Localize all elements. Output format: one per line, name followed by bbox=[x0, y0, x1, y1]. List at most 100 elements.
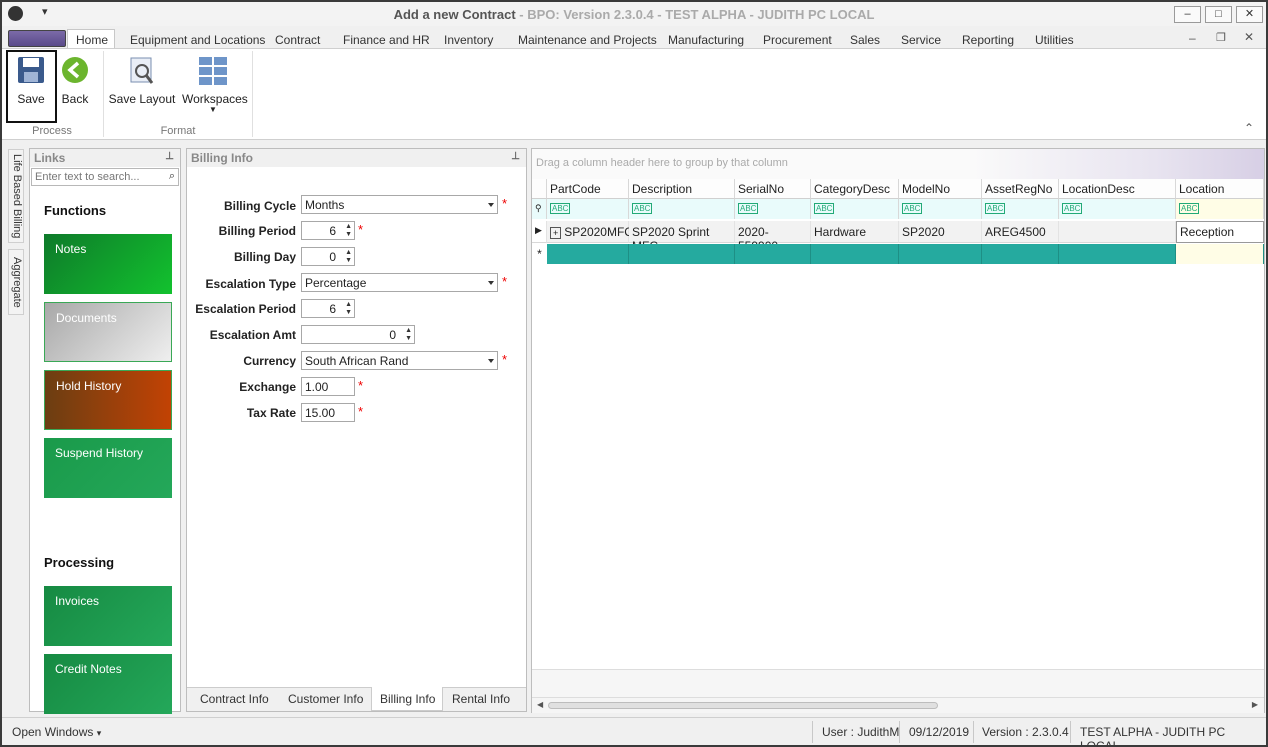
tab-contract-info[interactable]: Contract Info bbox=[200, 692, 269, 706]
mdi-minimize-button[interactable]: – bbox=[1189, 31, 1196, 45]
spin-up-icon[interactable]: ▲ bbox=[345, 223, 352, 230]
links-search-input[interactable]: Enter text to search... ⌕ bbox=[31, 168, 179, 186]
filter-cell-description[interactable]: ABC bbox=[629, 199, 735, 219]
mdi-restore-button[interactable]: ❐ bbox=[1216, 31, 1226, 44]
tab-customer-info[interactable]: Customer Info bbox=[288, 692, 363, 706]
tab-maintenance-projects[interactable]: Maintenance and Projects bbox=[518, 33, 657, 47]
search-icon[interactable]: ⌕ bbox=[169, 170, 175, 183]
new-row-cell[interactable] bbox=[629, 244, 735, 264]
tab-equipment-locations[interactable]: Equipment and Locations bbox=[130, 33, 265, 47]
links-header: Links ⊥ bbox=[30, 149, 180, 167]
spin-up-icon[interactable]: ▲ bbox=[345, 249, 352, 256]
expand-icon[interactable]: + bbox=[550, 227, 562, 239]
tab-billing-info[interactable]: Billing Info bbox=[380, 692, 435, 706]
tab-service[interactable]: Service bbox=[901, 33, 941, 47]
spin-up-icon[interactable]: ▲ bbox=[345, 301, 352, 308]
app-menu-button[interactable] bbox=[8, 30, 66, 47]
open-windows-button[interactable]: Open Windows ▾ bbox=[12, 725, 101, 739]
horizontal-scrollbar[interactable]: ◀ ▶ bbox=[532, 697, 1264, 713]
col-header-serialno[interactable]: SerialNo bbox=[735, 179, 811, 199]
col-header-locationdesc[interactable]: LocationDesc bbox=[1059, 179, 1176, 199]
exchange-input[interactable]: 1.00 bbox=[301, 377, 355, 396]
tab-contract[interactable]: Contract bbox=[275, 33, 320, 47]
filter-cell-categorydesc[interactable]: ABC bbox=[811, 199, 899, 219]
table-row[interactable]: + SP2020MFC bbox=[547, 221, 633, 243]
new-row-cell[interactable] bbox=[547, 244, 629, 264]
notes-tile[interactable]: Notes bbox=[44, 234, 172, 294]
billing-cycle-select[interactable]: Months bbox=[301, 195, 498, 214]
tab-home[interactable]: Home bbox=[76, 33, 108, 47]
filter-cell-assetregno[interactable]: ABC bbox=[982, 199, 1059, 219]
spin-down-icon[interactable]: ▼ bbox=[345, 231, 352, 238]
tab-finance-hr[interactable]: Finance and HR bbox=[343, 33, 430, 47]
credit-notes-tile[interactable]: Credit Notes bbox=[44, 654, 172, 714]
spin-down-icon[interactable]: ▼ bbox=[345, 309, 352, 316]
chevron-down-icon: ▾ bbox=[96, 728, 102, 738]
spin-down-icon[interactable]: ▼ bbox=[405, 335, 412, 342]
scroll-left-icon[interactable]: ◀ bbox=[537, 700, 543, 709]
save-layout-button[interactable]: Save Layout bbox=[108, 55, 176, 106]
billing-day-spinner[interactable]: 0 ▲ ▼ bbox=[301, 247, 355, 266]
row-expand-indicator[interactable]: ▶ bbox=[532, 221, 547, 243]
billing-period-spinner[interactable]: 6 ▲ ▼ bbox=[301, 221, 355, 240]
table-cell[interactable] bbox=[1059, 221, 1176, 243]
rail-tab-life-based-billing[interactable]: Life Based Billing bbox=[8, 149, 24, 243]
col-header-partcode[interactable]: PartCode bbox=[547, 179, 629, 199]
filter-cell-modelno[interactable]: ABC bbox=[899, 199, 982, 219]
spin-up-icon[interactable]: ▲ bbox=[405, 327, 412, 334]
documents-tile[interactable]: Documents bbox=[44, 302, 172, 362]
col-header-location[interactable]: Location bbox=[1176, 179, 1264, 199]
suspend-history-tile[interactable]: Suspend History bbox=[44, 438, 172, 498]
hold-history-tile[interactable]: Hold History bbox=[44, 370, 172, 430]
collapse-ribbon-icon[interactable]: ⌃ bbox=[1244, 121, 1254, 135]
minimize-button[interactable]: – bbox=[1174, 6, 1201, 23]
mdi-close-button[interactable]: ✕ bbox=[1244, 30, 1254, 44]
tab-inventory[interactable]: Inventory bbox=[444, 33, 493, 47]
group-by-panel[interactable]: Drag a column header here to group by th… bbox=[532, 149, 1264, 179]
currency-select[interactable]: South African Rand bbox=[301, 351, 498, 370]
escalation-type-select[interactable]: Percentage bbox=[301, 273, 498, 292]
maximize-button[interactable]: □ bbox=[1205, 6, 1232, 23]
escalation-amt-spinner[interactable]: 0 ▲ ▼ bbox=[301, 325, 415, 344]
tab-procurement[interactable]: Procurement bbox=[763, 33, 832, 47]
scroll-right-icon[interactable]: ▶ bbox=[1252, 700, 1258, 709]
save-button[interactable]: Save bbox=[8, 55, 54, 106]
new-row-cell[interactable] bbox=[1059, 244, 1176, 264]
new-row-cell[interactable] bbox=[899, 244, 982, 264]
filter-cell-locationdesc[interactable]: ABC bbox=[1059, 199, 1176, 219]
table-cell[interactable]: AREG4500 bbox=[982, 221, 1059, 243]
back-button[interactable]: Back bbox=[58, 55, 92, 106]
rail-tab-aggregate[interactable]: Aggregate bbox=[8, 249, 24, 315]
filter-cell-location[interactable]: ABC bbox=[1176, 199, 1264, 219]
table-cell-editing[interactable]: Reception bbox=[1176, 221, 1264, 243]
pin-icon[interactable]: ⊥ bbox=[165, 151, 174, 162]
col-header-assetregno[interactable]: AssetRegNo bbox=[982, 179, 1059, 199]
close-button[interactable]: ✕ bbox=[1236, 6, 1263, 23]
tab-sales[interactable]: Sales bbox=[850, 33, 880, 47]
tab-manufacturing[interactable]: Manufacturing bbox=[668, 33, 744, 47]
tab-rental-info[interactable]: Rental Info bbox=[452, 692, 510, 706]
new-row-cell[interactable] bbox=[982, 244, 1059, 264]
invoices-tile[interactable]: Invoices bbox=[44, 586, 172, 646]
tab-utilities[interactable]: Utilities bbox=[1035, 33, 1074, 47]
status-date: 09/12/2019 bbox=[909, 725, 970, 739]
filter-cell-partcode[interactable]: ABC bbox=[547, 199, 629, 219]
filter-cell-serialno[interactable]: ABC bbox=[735, 199, 811, 219]
pin-icon[interactable]: ⊥ bbox=[511, 151, 520, 162]
spin-down-icon[interactable]: ▼ bbox=[345, 257, 352, 264]
new-row-cell[interactable] bbox=[735, 244, 811, 264]
tax-rate-input[interactable]: 15.00 bbox=[301, 403, 355, 422]
scroll-thumb[interactable] bbox=[548, 702, 938, 709]
table-cell[interactable]: 2020-559900 bbox=[735, 221, 811, 253]
new-row-cell[interactable] bbox=[811, 244, 899, 264]
table-cell[interactable]: SP2020 Sprint MFC bbox=[629, 221, 735, 253]
col-header-description[interactable]: Description bbox=[629, 179, 735, 199]
col-header-categorydesc[interactable]: CategoryDesc bbox=[811, 179, 899, 199]
col-header-modelno[interactable]: ModelNo bbox=[899, 179, 982, 199]
table-cell[interactable]: SP2020 bbox=[899, 221, 982, 243]
tab-reporting[interactable]: Reporting bbox=[962, 33, 1014, 47]
new-row-cell[interactable] bbox=[1176, 244, 1264, 264]
workspaces-button[interactable]: Workspaces ▼ bbox=[182, 55, 248, 114]
table-cell[interactable]: Hardware bbox=[811, 221, 899, 243]
escalation-period-spinner[interactable]: 6 ▲ ▼ bbox=[301, 299, 355, 318]
